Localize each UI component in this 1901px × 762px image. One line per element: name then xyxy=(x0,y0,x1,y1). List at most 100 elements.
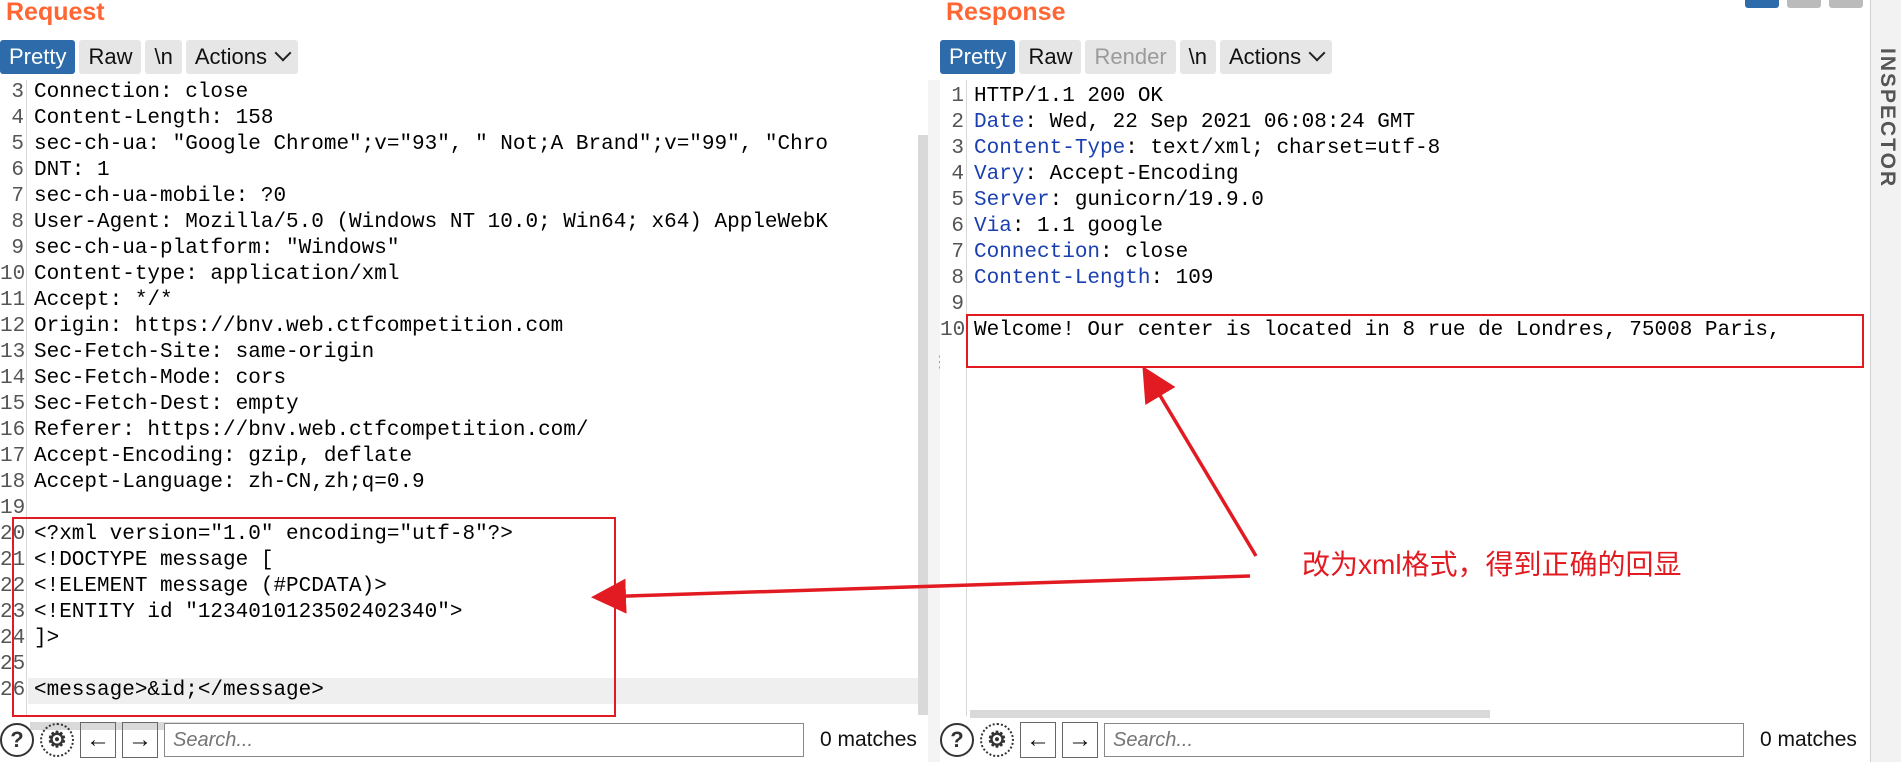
request-code-line: 8 User-Agent: Mozilla/5.0 (Windows NT 10.… xyxy=(0,210,828,236)
line-number: 3 xyxy=(11,81,24,104)
request-code-line: 9 sec-ch-ua-platform: "Windows" xyxy=(0,236,399,262)
line-number: 16 xyxy=(0,419,26,442)
inspector-label: INSPECTOR xyxy=(1876,48,1899,189)
request-matches-count: 0 matches xyxy=(820,728,917,751)
request-toolbar: Pretty Raw \n Actions xyxy=(0,40,298,74)
line-number: 1 xyxy=(951,85,964,108)
line-number: 9 xyxy=(11,237,24,260)
request-code-line: 6 DNT: 1 xyxy=(0,158,109,184)
pane-splitter[interactable] xyxy=(928,80,940,762)
line-number: 6 xyxy=(951,215,964,238)
request-tab-raw[interactable]: Raw xyxy=(79,40,142,74)
gear-icon[interactable]: ⚙ xyxy=(980,723,1014,757)
line-number: 4 xyxy=(11,107,24,130)
gear-icon[interactable]: ⚙ xyxy=(40,723,74,757)
help-icon[interactable]: ? xyxy=(0,723,34,757)
request-vertical-scrollbar[interactable] xyxy=(918,135,928,715)
layout-toggle-group xyxy=(1745,0,1863,8)
response-horizontal-scrollbar[interactable] xyxy=(970,710,1490,718)
header-name: Content-Length xyxy=(974,267,1151,290)
response-tab-raw[interactable]: Raw xyxy=(1019,40,1082,74)
request-code-line: 14 Sec-Fetch-Mode: cors xyxy=(0,366,286,392)
request-search-input[interactable] xyxy=(164,723,804,757)
request-actions-button[interactable]: Actions xyxy=(185,40,298,74)
line-text: : gunicorn/19.9.0 xyxy=(1049,189,1264,212)
line-text: : 1.1 google xyxy=(1011,215,1164,238)
annotation-text: 改为xml格式，得到正确的回显 xyxy=(1302,549,1682,580)
arrow-left-icon: ← xyxy=(1026,726,1050,753)
line-text: Sec-Fetch-Dest: empty xyxy=(34,393,299,416)
inspector-sidebar[interactable]: INSPECTOR xyxy=(1870,0,1901,762)
request-code-line: 10 Content-type: application/xml xyxy=(0,262,399,288)
request-code-line: 17 Accept-Encoding: gzip, deflate xyxy=(0,444,412,470)
line-number: 3 xyxy=(951,137,964,160)
response-code-line: 8 Content-Length: 109 xyxy=(940,266,1213,292)
line-number: 14 xyxy=(0,367,26,390)
line-number: 5 xyxy=(11,133,24,156)
response-code-line: 2 Date: Wed, 22 Sep 2021 06:08:24 GMT xyxy=(940,110,1415,136)
line-number: 12 xyxy=(0,315,26,338)
previous-match-button[interactable]: ← xyxy=(1020,722,1056,758)
response-tab-pretty[interactable]: Pretty xyxy=(940,40,1016,74)
header-name: Server xyxy=(974,189,1050,212)
header-name: Date xyxy=(974,111,1025,134)
line-text: Accept-Encoding: gzip, deflate xyxy=(34,445,413,468)
request-tab-pretty[interactable]: Pretty xyxy=(0,40,76,74)
request-code-line: 16 Referer: https://bnv.web.ctfcompetitio… xyxy=(0,418,589,444)
response-tab-render[interactable]: Render xyxy=(1085,40,1176,74)
request-code-line: 11 Accept: */* xyxy=(0,288,173,314)
previous-match-button[interactable]: ← xyxy=(80,722,116,758)
line-number: 6 xyxy=(11,159,24,182)
line-number: 11 xyxy=(0,289,26,312)
request-code-line: 18 Accept-Language: zh-CN,zh;q=0.9 xyxy=(0,470,425,496)
line-number: 18 xyxy=(0,471,26,494)
request-code-line: 3 Connection: close xyxy=(0,80,248,106)
line-text: Referer: https://bnv.web.ctfcompetition.… xyxy=(34,419,589,442)
response-matches-count: 0 matches xyxy=(1760,728,1857,751)
line-number: 7 xyxy=(11,185,24,208)
request-tab-newline[interactable]: \n xyxy=(145,40,182,74)
line-number: 8 xyxy=(951,267,964,290)
request-code-line: 15 Sec-Fetch-Dest: empty xyxy=(0,392,299,418)
response-tab-newline[interactable]: \n xyxy=(1179,40,1216,74)
line-text: Sec-Fetch-Mode: cors xyxy=(34,367,287,390)
line-text: Sec-Fetch-Site: same-origin xyxy=(34,341,375,364)
line-text: : Wed, 22 Sep 2021 06:08:24 GMT xyxy=(1024,111,1416,134)
line-number: 10 xyxy=(940,319,966,342)
layout-split-icon[interactable] xyxy=(1745,0,1779,8)
response-actions-button[interactable]: Actions xyxy=(1220,40,1333,74)
line-number: 10 xyxy=(0,263,26,286)
response-pane: Response Pretty Raw Render \n Actions 1H… xyxy=(940,0,1866,762)
request-search-bar: ? ⚙ ← → 0 matches xyxy=(0,718,928,762)
line-text: sec-ch-ua: "Google Chrome";v="93", " Not… xyxy=(34,133,828,156)
line-text: HTTP/1.1 200 OK xyxy=(974,85,1164,108)
layout-vertical-icon[interactable] xyxy=(1829,0,1863,8)
request-code-line: 12 Origin: https://bnv.web.ctfcompetition… xyxy=(0,314,563,340)
help-icon[interactable]: ? xyxy=(940,723,974,757)
line-number: 13 xyxy=(0,341,26,364)
line-text: sec-ch-ua-mobile: ?0 xyxy=(34,185,287,208)
line-text: sec-ch-ua-platform: "Windows" xyxy=(34,237,400,260)
next-match-button[interactable]: → xyxy=(122,722,158,758)
request-title: Request xyxy=(6,0,105,26)
line-number: 17 xyxy=(0,445,26,468)
response-code-line: 4 Vary: Accept-Encoding xyxy=(940,162,1238,188)
line-number: 5 xyxy=(951,189,964,212)
line-text: : text/xml; charset=utf-8 xyxy=(1125,137,1441,160)
request-code-line: 5 sec-ch-ua: "Google Chrome";v="93", " No… xyxy=(0,132,828,158)
layout-horizontal-icon[interactable] xyxy=(1787,0,1821,8)
response-search-input[interactable] xyxy=(1104,723,1744,757)
request-code-line: 4 Content-Length: 158 xyxy=(0,106,273,132)
line-number: 8 xyxy=(11,211,24,234)
response-editor[interactable]: 1 HTTP/1.1 200 OK 2 Date: Wed, 22 Sep 2021 … xyxy=(940,80,1856,716)
request-code-line: 13 Sec-Fetch-Site: same-origin xyxy=(0,340,374,366)
next-match-button[interactable]: → xyxy=(1062,722,1098,758)
header-name: Connection xyxy=(974,241,1101,264)
response-title: Response xyxy=(946,0,1066,26)
chevron-down-icon xyxy=(1308,44,1326,62)
arrow-right-icon: → xyxy=(128,726,152,753)
request-xml-highlight-box xyxy=(12,517,616,717)
line-text: Accept-Language: zh-CN,zh;q=0.9 xyxy=(34,471,425,494)
request-code-line: 7 sec-ch-ua-mobile: ?0 xyxy=(0,184,286,210)
line-number: 7 xyxy=(951,241,964,264)
